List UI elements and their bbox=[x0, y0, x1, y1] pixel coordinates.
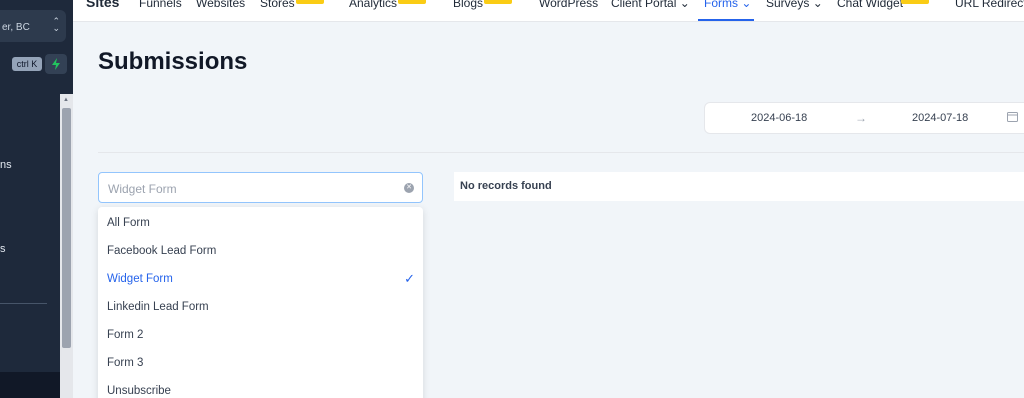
option-label: Form 3 bbox=[107, 357, 144, 369]
sidebar-item-partial[interactable]: s bbox=[0, 243, 6, 255]
option-label: Unsubscribe bbox=[107, 385, 171, 397]
new-badge bbox=[296, 0, 324, 4]
nav-item-chat-widget[interactable]: Chat Widget bbox=[837, 0, 903, 10]
scroll-up-icon[interactable]: ▲ bbox=[63, 97, 69, 103]
top-navigation: Sites Funnels Websites Stores Analytics … bbox=[73, 0, 1024, 22]
dropdown-option-unsubscribe[interactable]: Unsubscribe bbox=[98, 377, 423, 398]
nav-item-websites[interactable]: Websites bbox=[196, 0, 245, 10]
chevron-updown-icon: ⌃ ⌄ bbox=[52, 16, 60, 33]
sidebar-footer bbox=[0, 372, 60, 398]
dropdown-option-linkedin-lead-form[interactable]: Linkedin Lead Form bbox=[98, 293, 423, 321]
shortcut-badge: ctrl K bbox=[12, 57, 42, 71]
location-label: er, BC bbox=[2, 22, 30, 33]
form-dropdown-menu: All Form Facebook Lead Form Widget Form ✓… bbox=[98, 207, 423, 398]
dropdown-option-form-2[interactable]: Form 2 bbox=[98, 321, 423, 349]
new-badge bbox=[901, 0, 929, 4]
lightning-icon[interactable] bbox=[45, 54, 67, 74]
nav-label: Client Portal bbox=[611, 0, 677, 10]
date-range-picker[interactable]: 2024-06-18 → 2024-07-18 bbox=[704, 102, 1024, 134]
start-date[interactable]: 2024-06-18 bbox=[751, 112, 807, 124]
sidebar-scrollbar[interactable]: ▲ bbox=[60, 94, 73, 398]
new-badge bbox=[398, 0, 426, 4]
section-divider bbox=[98, 152, 1024, 153]
chevron-down-icon: ⌄ bbox=[679, 0, 690, 10]
chevron-down-icon: ⌄ bbox=[812, 0, 823, 10]
empty-state-text: No records found bbox=[460, 180, 552, 192]
chevron-down-icon: ⌄ bbox=[741, 0, 752, 10]
calendar-icon[interactable] bbox=[1007, 111, 1018, 125]
nav-item-client-portal[interactable]: Client Portal ⌄ bbox=[611, 0, 690, 10]
nav-label: Surveys bbox=[766, 0, 810, 10]
sidebar-divider bbox=[0, 303, 47, 304]
nav-item-blogs[interactable]: Blogs bbox=[453, 0, 483, 10]
nav-item-stores[interactable]: Stores bbox=[260, 0, 295, 10]
form-select-value: Widget Form bbox=[108, 182, 177, 196]
sidebar: er, BC ⌃ ⌄ ctrl K ns s ▲ bbox=[0, 0, 73, 398]
nav-item-url-redirects[interactable]: URL Redirects bbox=[955, 0, 1024, 10]
nav-item-analytics[interactable]: Analytics bbox=[349, 0, 397, 10]
arrow-right-icon: → bbox=[855, 111, 867, 125]
option-label: Widget Form bbox=[107, 273, 173, 285]
nav-item-surveys[interactable]: Surveys ⌄ bbox=[766, 0, 823, 10]
quick-search[interactable]: ctrl K bbox=[0, 54, 73, 76]
dropdown-option-facebook-lead-form[interactable]: Facebook Lead Form bbox=[98, 237, 423, 265]
checkmark-icon: ✓ bbox=[404, 271, 415, 286]
active-tab-indicator bbox=[698, 19, 754, 21]
option-label: Facebook Lead Form bbox=[107, 245, 217, 257]
dropdown-option-form-3[interactable]: Form 3 bbox=[98, 349, 423, 377]
records-panel: No records found bbox=[454, 172, 1024, 201]
scrollbar-thumb[interactable] bbox=[62, 108, 71, 348]
dropdown-option-widget-form[interactable]: Widget Form ✓ bbox=[98, 265, 423, 293]
form-select[interactable]: Widget Form ✕ bbox=[98, 172, 423, 203]
nav-item-funnels[interactable]: Funnels bbox=[139, 0, 182, 10]
nav-brand[interactable]: Sites bbox=[86, 0, 119, 10]
end-date[interactable]: 2024-07-18 bbox=[912, 112, 968, 124]
new-badge bbox=[484, 0, 512, 4]
page-title: Submissions bbox=[98, 48, 248, 75]
nav-item-wordpress[interactable]: WordPress bbox=[539, 0, 598, 10]
dropdown-option-all-form[interactable]: All Form bbox=[98, 209, 423, 237]
clear-icon[interactable]: ✕ bbox=[404, 183, 414, 193]
sidebar-item-partial[interactable]: ns bbox=[0, 159, 12, 171]
nav-label: Forms bbox=[704, 0, 738, 10]
nav-item-forms[interactable]: Forms ⌄ bbox=[704, 0, 751, 10]
option-label: Linkedin Lead Form bbox=[107, 301, 209, 313]
location-switcher[interactable]: er, BC ⌃ ⌄ bbox=[0, 10, 66, 42]
option-label: All Form bbox=[107, 217, 150, 229]
option-label: Form 2 bbox=[107, 329, 144, 341]
